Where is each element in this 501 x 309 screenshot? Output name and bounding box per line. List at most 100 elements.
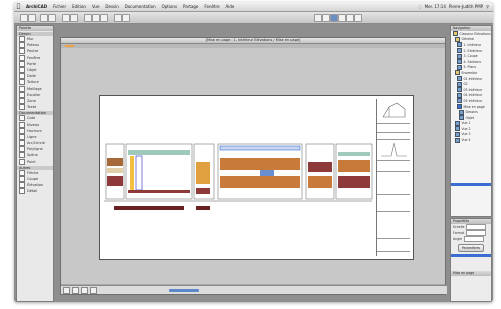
zone-icon bbox=[19, 97, 25, 104]
plinth-band bbox=[128, 190, 190, 193]
section-icon bbox=[19, 176, 25, 183]
toolbar-right-button[interactable] bbox=[314, 14, 322, 22]
cabinet-block bbox=[338, 160, 370, 172]
view-icon bbox=[455, 131, 460, 137]
toolbar-right-button[interactable] bbox=[346, 14, 354, 22]
layout-canvas[interactable] bbox=[61, 48, 445, 284]
menu-vue[interactable]: Vue bbox=[89, 4, 102, 9]
view-icon bbox=[455, 120, 460, 126]
polyline-icon bbox=[19, 146, 25, 153]
menu-fichier[interactable]: Fichier bbox=[50, 4, 69, 9]
view-icon bbox=[457, 76, 462, 82]
nav-item[interactable]: Classeur Elévations bbox=[451, 31, 491, 37]
cabinet-block bbox=[196, 188, 210, 194]
zoom-in-button[interactable] bbox=[63, 286, 70, 294]
tool-texte[interactable]: Texte bbox=[17, 104, 53, 111]
slab-icon bbox=[19, 73, 25, 80]
sheet-icon bbox=[457, 59, 462, 65]
view-icon bbox=[457, 92, 462, 98]
dimension-icon bbox=[19, 115, 25, 122]
clock-text: Mer. 17:14 bbox=[424, 4, 446, 9]
view-icon bbox=[455, 137, 460, 143]
toolbar-right-button[interactable] bbox=[354, 14, 362, 22]
tool-pen-button[interactable] bbox=[92, 14, 100, 22]
tool-point[interactable]: Point bbox=[17, 158, 53, 165]
menu-fenetre[interactable]: Fenêtre bbox=[201, 4, 222, 9]
tool-section-button[interactable] bbox=[122, 14, 130, 22]
info-palette-footer: Mise en page bbox=[451, 271, 491, 276]
tool-fill-button[interactable] bbox=[100, 14, 108, 22]
beam-icon bbox=[19, 48, 25, 55]
title-block-stamp bbox=[377, 239, 410, 252]
title-block-field bbox=[377, 195, 410, 212]
sheet-icon bbox=[457, 53, 462, 59]
cabinet-block bbox=[308, 162, 332, 172]
tool-zoom-button[interactable] bbox=[48, 14, 56, 22]
text-icon bbox=[19, 104, 25, 111]
toolbar-right-button[interactable] bbox=[322, 14, 330, 22]
horizontal-scrollbar[interactable] bbox=[61, 285, 447, 294]
lower-cabinets bbox=[220, 176, 300, 188]
toolbar-right-button[interactable] bbox=[338, 14, 346, 22]
menu-documentation[interactable]: Documentation bbox=[122, 4, 159, 9]
tool-undo-button[interactable] bbox=[62, 14, 70, 22]
tool-arrow-button[interactable] bbox=[20, 14, 28, 22]
tool-detail[interactable]: Détail bbox=[17, 188, 53, 195]
wifi-icon[interactable]: ◌ bbox=[418, 4, 422, 9]
folder-icon bbox=[455, 70, 460, 76]
previous-view-button[interactable] bbox=[90, 286, 97, 294]
nav-item[interactable]: Vue 4 bbox=[451, 137, 491, 143]
menu-status-area: ◌ Mer. 17:14 Pierre-Judith PMP ⚲ bbox=[418, 4, 493, 9]
view-icon bbox=[457, 98, 462, 104]
cabinet-block bbox=[308, 176, 332, 188]
counter-band bbox=[128, 150, 190, 155]
menu-partage[interactable]: Partage bbox=[180, 4, 201, 9]
menu-options[interactable]: Options bbox=[159, 4, 180, 9]
door-icon bbox=[19, 60, 25, 67]
sheet-icon bbox=[457, 42, 462, 48]
scroll-thumb[interactable] bbox=[169, 288, 199, 292]
menu-dessin[interactable]: Dessin bbox=[102, 4, 121, 9]
tall-cabinet bbox=[196, 162, 210, 184]
title-block bbox=[376, 99, 410, 256]
toolbox-palette: Palette Dessin Mur Poteau Poutre Fenêtre… bbox=[16, 25, 54, 302]
tool-marquee-button[interactable] bbox=[28, 14, 36, 22]
apple-icon[interactable]:  bbox=[14, 3, 23, 10]
menu-edition[interactable]: Edition bbox=[69, 4, 89, 9]
layout-tab[interactable] bbox=[65, 44, 74, 48]
settings-button[interactable]: Paramètres bbox=[458, 244, 484, 252]
tool-redo-button[interactable] bbox=[70, 14, 78, 22]
column-icon bbox=[19, 42, 25, 49]
menu-app-name[interactable]: ArchiCAD bbox=[23, 4, 50, 9]
tool-3d-button[interactable] bbox=[114, 14, 122, 22]
folder-icon bbox=[455, 36, 460, 42]
title-block-header bbox=[377, 124, 410, 133]
spotlight-icon[interactable]: ⚲ bbox=[486, 4, 489, 9]
house-sketch-icon bbox=[382, 102, 405, 118]
spline-icon bbox=[19, 152, 25, 159]
angle-field[interactable] bbox=[464, 236, 485, 242]
arc-icon bbox=[19, 140, 25, 147]
layout-icon bbox=[457, 104, 462, 110]
counter-block bbox=[107, 168, 123, 173]
title-block-diagram bbox=[377, 140, 410, 161]
info-row-angle: Angle bbox=[451, 236, 491, 242]
fit-window-button[interactable] bbox=[81, 286, 88, 294]
tool-layer-button[interactable] bbox=[84, 14, 92, 22]
view-icon bbox=[457, 81, 462, 87]
line-icon bbox=[19, 133, 25, 140]
toolbar-active-button[interactable] bbox=[330, 14, 338, 22]
tool-pan-button[interactable] bbox=[40, 14, 48, 22]
main-toolbar bbox=[14, 12, 493, 24]
level-icon bbox=[19, 121, 25, 128]
detail-icon bbox=[19, 188, 25, 195]
zoom-out-button[interactable] bbox=[72, 286, 79, 294]
section-band bbox=[196, 206, 210, 210]
title-block-field bbox=[377, 133, 410, 140]
elevation-drawings bbox=[104, 143, 373, 210]
cabinet-block bbox=[338, 176, 370, 188]
navigator-selection-bar[interactable] bbox=[451, 182, 491, 186]
menu-aide[interactable]: Aide bbox=[223, 4, 238, 9]
peak-graph-icon bbox=[380, 142, 407, 157]
user-name[interactable]: Pierre-Judith PMP bbox=[449, 4, 483, 9]
